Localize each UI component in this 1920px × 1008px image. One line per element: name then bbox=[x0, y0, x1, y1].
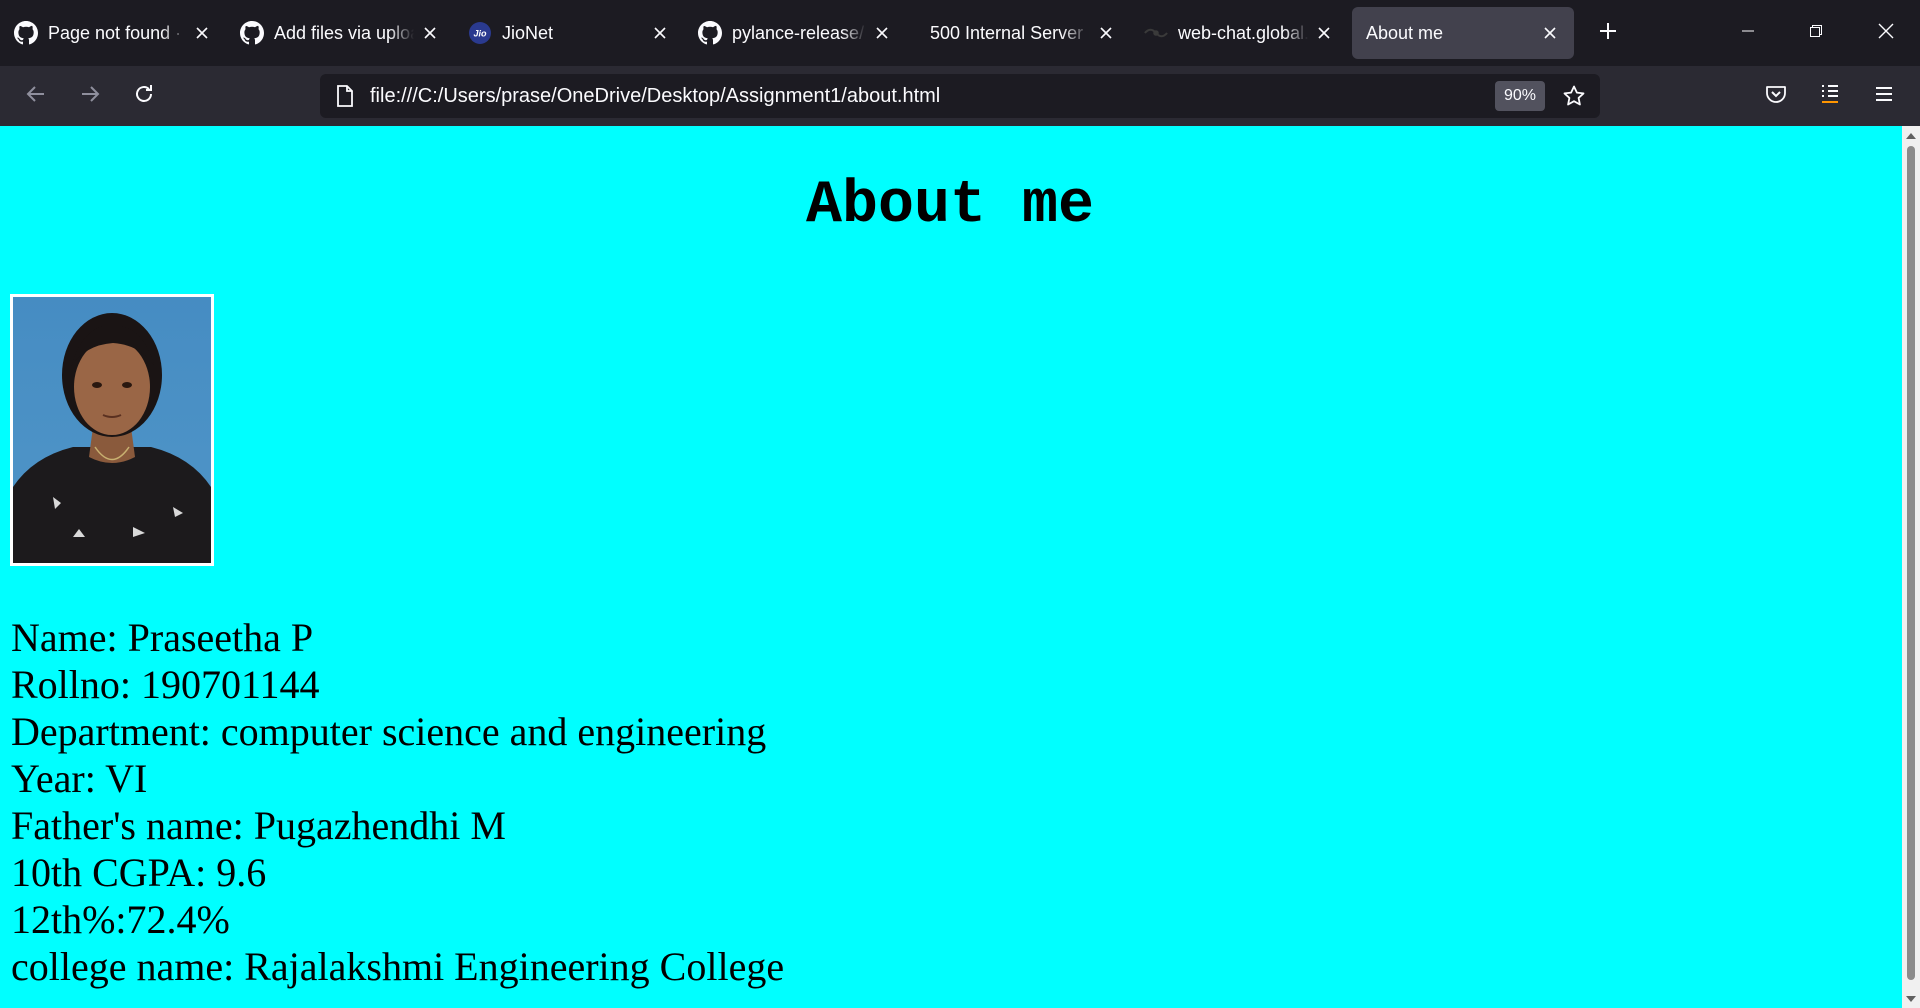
forward-arrow-icon bbox=[79, 83, 101, 110]
tab-strip: Page not found · G Add files via uploa J… bbox=[0, 0, 1920, 66]
vertical-scrollbar[interactable] bbox=[1902, 126, 1920, 1008]
tab-pylance-release[interactable]: pylance-release/D bbox=[684, 7, 906, 59]
close-tab-icon[interactable] bbox=[650, 23, 670, 43]
tab-jionet[interactable]: Jio JioNet bbox=[454, 7, 684, 59]
close-tab-icon[interactable] bbox=[1540, 23, 1560, 43]
scroll-up-arrow-icon[interactable] bbox=[1905, 130, 1917, 140]
page-heading: About me bbox=[805, 172, 1095, 240]
github-icon bbox=[14, 21, 38, 45]
svg-text:Jio: Jio bbox=[473, 29, 487, 39]
page-icon bbox=[330, 81, 360, 111]
reload-button[interactable] bbox=[122, 74, 166, 118]
reload-icon bbox=[132, 82, 156, 111]
tab-page-not-found[interactable]: Page not found · G bbox=[0, 7, 226, 59]
close-window-button[interactable] bbox=[1852, 0, 1920, 66]
detail-department: Department: computer science and enginee… bbox=[11, 709, 767, 754]
tab-title: Add files via uploa bbox=[274, 22, 414, 43]
tab-title: 500 Internal Server Er bbox=[930, 22, 1090, 43]
tab-add-files[interactable]: Add files via uploa bbox=[226, 7, 454, 59]
url-text[interactable]: file:///C:/Users/prase/OneDrive/Desktop/… bbox=[370, 85, 940, 108]
back-arrow-icon bbox=[25, 83, 47, 110]
detail-10th-cgpa: 10th CGPA: 9.6 bbox=[11, 850, 267, 895]
close-tab-icon[interactable] bbox=[1096, 23, 1116, 43]
github-icon bbox=[240, 21, 264, 45]
pocket-button[interactable] bbox=[1754, 74, 1798, 118]
personal-details: Name: Praseetha P Rollno: 190701144 Depa… bbox=[11, 614, 784, 990]
tab-title: JioNet bbox=[502, 22, 554, 43]
tab-about-me[interactable]: About me bbox=[1352, 7, 1574, 59]
close-tab-icon[interactable] bbox=[1314, 23, 1334, 43]
tab-title: Page not found · G bbox=[48, 22, 186, 43]
scrollbar-thumb[interactable] bbox=[1907, 146, 1915, 980]
back-button[interactable] bbox=[14, 74, 58, 118]
address-bar[interactable]: file:///C:/Users/prase/OneDrive/Desktop/… bbox=[320, 74, 1600, 118]
zoom-level-button[interactable]: 90% bbox=[1495, 81, 1545, 111]
pocket-icon bbox=[1764, 82, 1788, 111]
tab-title: pylance-release/D bbox=[732, 22, 866, 43]
scroll-down-arrow-icon[interactable] bbox=[1905, 994, 1917, 1004]
close-tab-icon[interactable] bbox=[420, 23, 440, 43]
tab-internal-server-error[interactable]: 500 Internal Server Er bbox=[906, 7, 1130, 59]
minimize-button[interactable] bbox=[1714, 0, 1782, 66]
tab-title: web-chat.global.a bbox=[1178, 22, 1308, 43]
detail-fathers-name: Father's name: Pugazhendhi M bbox=[11, 803, 506, 848]
restore-button[interactable] bbox=[1782, 0, 1850, 66]
site-icon bbox=[1144, 21, 1168, 45]
bookmark-star-icon[interactable] bbox=[1558, 80, 1590, 112]
plus-icon bbox=[1598, 21, 1618, 46]
detail-college-name: college name: Rajalakshmi Engineering Co… bbox=[11, 944, 785, 989]
detail-rollno: Rollno: 190701144 bbox=[11, 662, 320, 707]
library-button[interactable] bbox=[1808, 74, 1852, 118]
minimize-icon bbox=[1740, 23, 1756, 44]
detail-12th-percent: 12th%:72.4% bbox=[11, 897, 230, 942]
detail-name: Name: Praseetha P bbox=[11, 615, 314, 660]
github-icon bbox=[698, 21, 722, 45]
detail-year: Year: VI bbox=[11, 756, 148, 801]
close-icon bbox=[1877, 22, 1895, 45]
jio-icon: Jio bbox=[468, 21, 492, 45]
profile-photo bbox=[10, 294, 214, 566]
close-tab-icon[interactable] bbox=[872, 23, 892, 43]
restore-icon bbox=[1808, 23, 1824, 44]
forward-button[interactable] bbox=[68, 74, 112, 118]
menu-button[interactable] bbox=[1862, 74, 1906, 118]
page-viewport: About me Name: Praseetha P Rollno: 19070… bbox=[0, 126, 1920, 1008]
navigation-toolbar: file:///C:/Users/prase/OneDrive/Desktop/… bbox=[0, 66, 1920, 126]
close-tab-icon[interactable] bbox=[192, 23, 212, 43]
tab-web-chat[interactable]: web-chat.global.a bbox=[1130, 7, 1348, 59]
library-icon bbox=[1818, 82, 1842, 111]
hamburger-menu-icon bbox=[1873, 83, 1895, 110]
new-tab-button[interactable] bbox=[1584, 9, 1632, 57]
tab-title: About me bbox=[1366, 22, 1444, 43]
